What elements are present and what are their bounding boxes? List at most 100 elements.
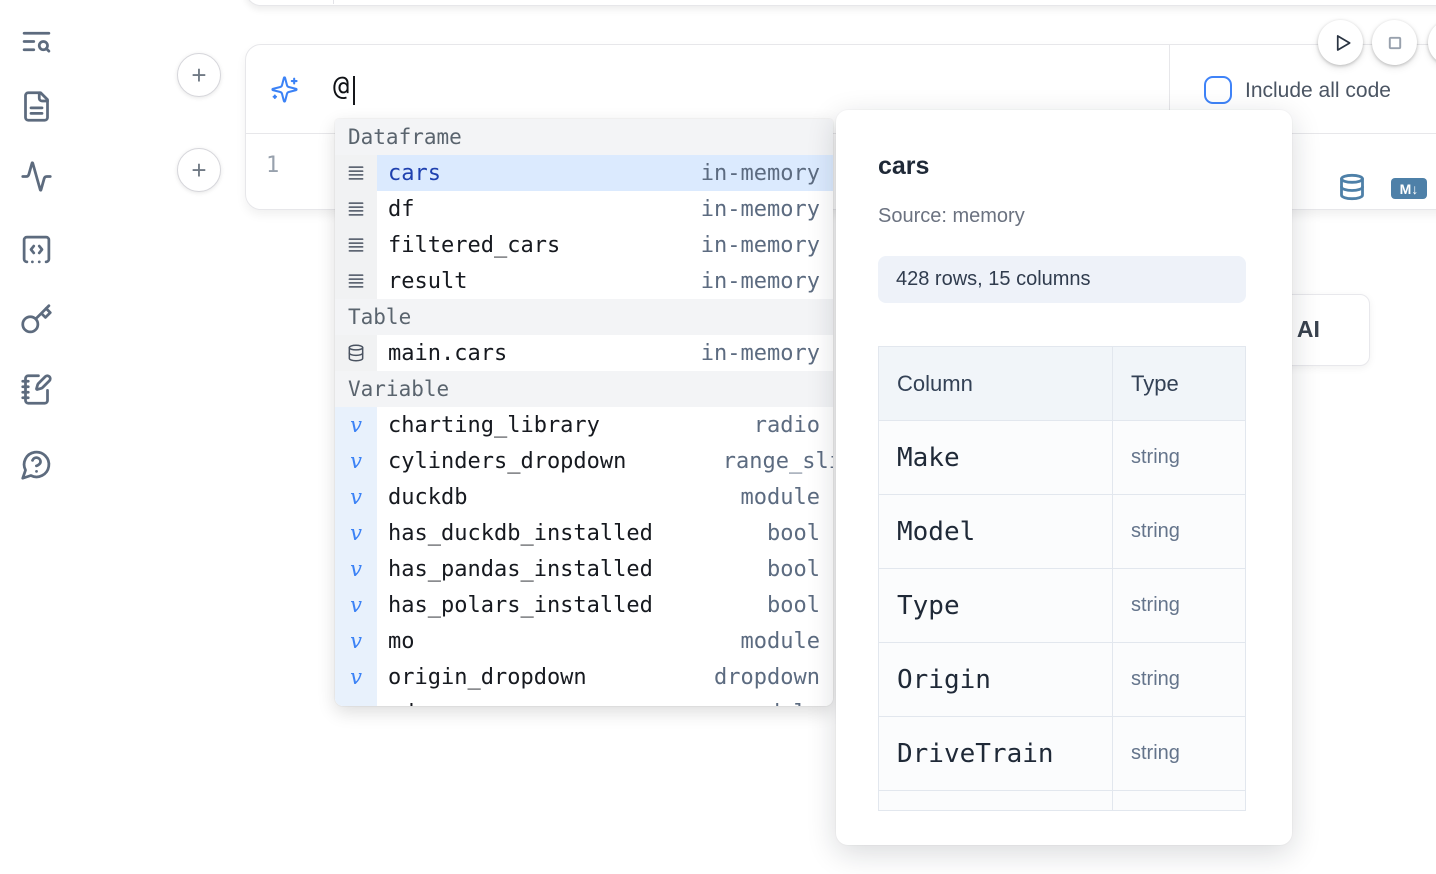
completion-item[interactable]: df in-memory — [335, 191, 833, 227]
column-name: Type — [897, 591, 960, 621]
divider — [333, 0, 334, 4]
dataframe-icon — [335, 155, 377, 191]
completion-name: has_duckdb_installed — [388, 521, 653, 546]
section-header-dataframe: Dataframe — [335, 119, 833, 155]
activity-icon[interactable] — [20, 160, 53, 193]
dataframe-preview-panel: cars Source: memory 428 rows, 15 columns… — [836, 110, 1292, 845]
variable-icon: v — [335, 587, 377, 623]
column-name: DriveTrain — [897, 739, 1054, 769]
completion-item[interactable]: v cylinders_dropdown range_sli — [335, 443, 833, 479]
completion-type: range_sli — [723, 449, 833, 474]
variable-icon: v — [335, 407, 377, 443]
autocomplete-popup: Dataframe cars in-memory df in-memory fi… — [335, 119, 833, 706]
stop-button[interactable] — [1372, 20, 1417, 65]
column-name: Origin — [897, 665, 991, 695]
completion-name: pd — [388, 701, 415, 707]
variable-icon: v — [335, 695, 377, 706]
text-search-icon[interactable] — [20, 25, 53, 58]
completion-type: radio — [754, 413, 820, 438]
completion-name: has_polars_installed — [388, 593, 653, 618]
table-database-icon — [335, 335, 377, 371]
completion-name: origin_dropdown — [388, 665, 587, 690]
completion-type: in-memory — [701, 233, 820, 258]
variable-icon: v — [335, 659, 377, 695]
preview-title: cars — [878, 152, 929, 181]
ai-sparkles-icon — [270, 75, 299, 104]
run-cell-button[interactable] — [1318, 20, 1363, 65]
variable-icon: v — [335, 551, 377, 587]
markdown-icon[interactable]: M↓ — [1391, 178, 1427, 199]
completion-item[interactable]: v origin_dropdown dropdown — [335, 659, 833, 695]
notebook-pen-icon[interactable] — [20, 373, 53, 406]
completion-item[interactable]: v has_polars_installed bool — [335, 587, 833, 623]
completion-name: df — [388, 197, 415, 222]
completion-type: in-memory — [701, 341, 820, 366]
code-square-icon[interactable] — [20, 233, 53, 266]
completion-item[interactable]: filtered_cars in-memory — [335, 227, 833, 263]
notebook-app: + + @ Include all code 1 M↓ l AI Datafra… — [0, 0, 1436, 874]
completion-type: in-memory — [701, 161, 820, 186]
completion-type: module — [741, 701, 820, 707]
completion-type: dropdown — [714, 665, 820, 690]
add-cell-above-button[interactable]: + — [177, 53, 221, 97]
file-text-icon[interactable] — [20, 90, 53, 123]
section-header-table: Table — [335, 299, 833, 335]
table-row: Origin string — [878, 642, 1246, 716]
section-header-variable: Variable — [335, 371, 833, 407]
column-name: Model — [897, 517, 975, 547]
table-header-row: Column Type — [878, 346, 1246, 420]
add-cell-below-button[interactable]: + — [177, 148, 221, 192]
table-row: Type string — [878, 568, 1246, 642]
completion-item[interactable]: v charting_library radio — [335, 407, 833, 443]
ai-prompt-input[interactable]: @ — [333, 71, 349, 102]
key-icon[interactable] — [20, 303, 53, 336]
line-number: 1 — [266, 153, 279, 178]
table-row: DriveTrain string — [878, 716, 1246, 790]
column-type: string — [1131, 520, 1180, 543]
dataframe-icon — [335, 191, 377, 227]
completion-item[interactable]: v duckdb module — [335, 479, 833, 515]
completion-type: bool — [767, 593, 820, 618]
database-icon[interactable] — [1338, 171, 1366, 203]
completion-name: main.cars — [388, 341, 507, 366]
variable-icon: v — [335, 479, 377, 515]
table-row: Model string — [878, 494, 1246, 568]
completion-item[interactable]: v pd module — [335, 695, 833, 706]
column-type: string — [1131, 594, 1180, 617]
completion-item[interactable]: result in-memory — [335, 263, 833, 299]
completion-type: module — [741, 485, 820, 510]
completion-type: bool — [767, 521, 820, 546]
variable-icon: v — [335, 443, 377, 479]
completion-name: filtered_cars — [388, 233, 560, 258]
completion-item[interactable]: v has_pandas_installed bool — [335, 551, 833, 587]
completion-name: mo — [388, 629, 415, 654]
variable-icon: v — [335, 515, 377, 551]
completion-name: charting_library — [388, 413, 600, 438]
completion-item[interactable]: main.cars in-memory — [335, 335, 833, 371]
completion-type: in-memory — [701, 269, 820, 294]
table-row-partial — [878, 790, 1246, 811]
completion-item[interactable]: cars in-memory — [335, 155, 833, 191]
table-row: Make string — [878, 420, 1246, 494]
dataframe-icon — [335, 227, 377, 263]
preview-schema-table: Column Type Make string Model string Typ… — [878, 346, 1246, 811]
completion-name: cars — [388, 161, 441, 186]
completion-name: has_pandas_installed — [388, 557, 653, 582]
completion-name: duckdb — [388, 485, 467, 510]
completion-item[interactable]: v mo module — [335, 623, 833, 659]
type-header: Type — [1113, 347, 1245, 420]
completion-type: in-memory — [701, 197, 820, 222]
preview-dimensions-badge: 428 rows, 15 columns — [878, 256, 1246, 303]
completion-type: module — [741, 629, 820, 654]
previous-cell-fragment — [245, 0, 1436, 6]
completion-name: cylinders_dropdown — [388, 449, 626, 474]
variable-icon: v — [335, 623, 377, 659]
help-chat-icon[interactable] — [20, 448, 53, 481]
completion-type: bool — [767, 557, 820, 582]
text-cursor — [353, 76, 355, 105]
column-type: string — [1131, 668, 1180, 691]
include-all-code-checkbox[interactable] — [1204, 76, 1232, 104]
dataframe-icon — [335, 263, 377, 299]
column-header: Column — [879, 347, 1113, 420]
completion-item[interactable]: v has_duckdb_installed bool — [335, 515, 833, 551]
